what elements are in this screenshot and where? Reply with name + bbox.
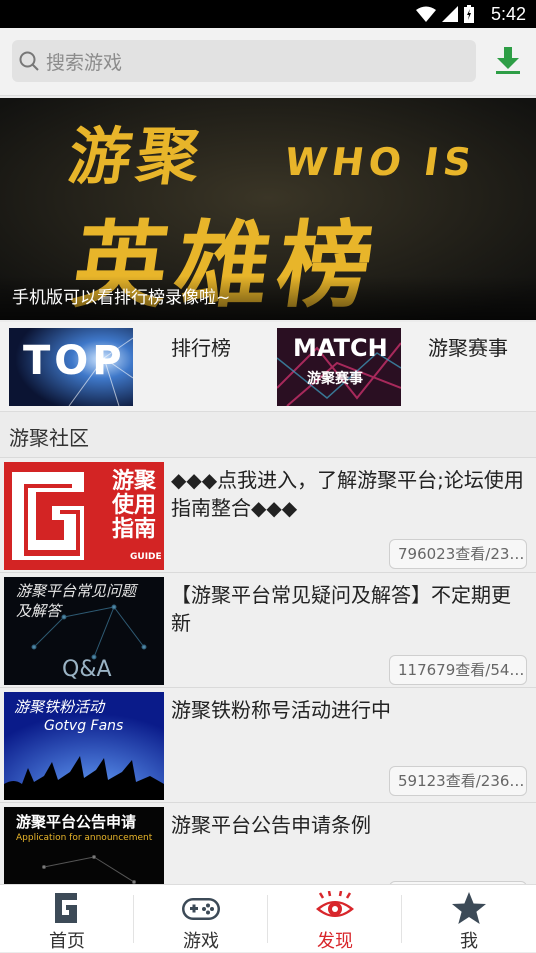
search-input[interactable]: 搜索游戏: [12, 40, 476, 82]
list-item[interactable]: 游聚 使用 指南 GUIDE ◆◆◆点我进入，了解游聚平台;论坛使用指南整合◆◆…: [0, 457, 536, 572]
post-stat-badge: 59123查看/236…: [389, 766, 527, 796]
tab-label: 游戏: [183, 931, 219, 952]
thumb-sub: GUIDE: [130, 552, 162, 562]
tab-label: 首页: [49, 931, 85, 952]
tab-games[interactable]: 游戏: [134, 885, 268, 953]
banner-title-top: 游聚: [64, 120, 211, 193]
thumb-line: 游聚铁粉活动: [14, 698, 105, 716]
match-thumb-sub: 游聚赛事: [307, 371, 363, 387]
thumb-line: 游聚平台常见问题: [16, 582, 137, 600]
banner-who-is: WHO IS: [281, 140, 479, 184]
quick-links: TOP 排行榜 MATCH 游聚赛事 游聚赛事: [0, 322, 536, 412]
eye-icon: [316, 891, 354, 917]
wifi-icon: [416, 6, 436, 22]
thumb-line: 使用: [112, 493, 157, 518]
tab-label: 发现: [317, 931, 353, 952]
search-icon: [19, 51, 39, 71]
hero-banner[interactable]: 游聚 WHO IS 英雄榜 手机版可以看排行榜录像啦~: [0, 98, 536, 320]
match-thumbnail[interactable]: MATCH 游聚赛事: [277, 328, 401, 406]
tab-me[interactable]: 我: [402, 885, 536, 953]
post-title: 【游聚平台常见疑问及解答】不定期更新: [171, 583, 511, 635]
thumb-line: 游聚: [112, 469, 157, 494]
post-stat-badge: 796023查看/23…: [389, 539, 527, 569]
gamepad-icon: [182, 898, 220, 920]
post-stat-badge: 117679查看/54…: [389, 655, 527, 685]
tab-home[interactable]: 首页: [0, 885, 134, 953]
banner-caption: 手机版可以看排行榜录像啦~: [12, 288, 231, 308]
thumb-sub: Q&A: [62, 657, 112, 682]
home-logo-icon: [55, 893, 77, 923]
tab-discover[interactable]: 发现: [268, 885, 402, 953]
match-thumb-text: MATCH: [293, 334, 388, 362]
thumb-line: 及解答: [16, 602, 62, 620]
post-thumbnail: 游聚 使用 指南 GUIDE: [4, 462, 164, 570]
section-title: 游聚社区: [9, 426, 89, 450]
thumb-sub: Gotvg Fans: [44, 718, 124, 734]
ranking-link[interactable]: 排行榜: [171, 332, 231, 361]
post-thumbnail: 游聚平台常见问题 及解答 Q&A: [4, 577, 164, 685]
thumb-line: 指南: [112, 517, 157, 542]
post-title: 游聚平台公告申请条例: [171, 813, 371, 837]
clock: 5:42: [490, 4, 526, 24]
status-bar: 5:42: [0, 0, 536, 28]
tab-label: 我: [460, 931, 478, 952]
top-bar: 搜索游戏: [0, 28, 536, 96]
signal-icon: [442, 6, 458, 22]
download-icon[interactable]: [490, 42, 526, 78]
thumb-sub: Application for announcement: [16, 833, 153, 843]
status-icons: [416, 5, 474, 23]
match-link[interactable]: 游聚赛事: [428, 332, 508, 361]
ranking-thumbnail[interactable]: TOP: [9, 328, 133, 406]
post-title: ◆◆◆点我进入，了解游聚平台;论坛使用指南整合◆◆◆: [171, 468, 524, 520]
thumb-line: 游聚平台公告申请: [16, 813, 137, 831]
post-thumbnail: 游聚铁粉活动 Gotvg Fans: [4, 692, 164, 800]
post-title: 游聚铁粉称号活动进行中: [171, 698, 391, 722]
ranking-thumb-text: TOP: [23, 338, 126, 384]
battery-icon: [464, 5, 474, 23]
list-item[interactable]: 游聚平台常见问题 及解答 Q&A 【游聚平台常见疑问及解答】不定期更新 1176…: [0, 572, 536, 687]
list-item[interactable]: 游聚铁粉活动 Gotvg Fans 游聚铁粉称号活动进行中 59123查看/23…: [0, 687, 536, 802]
bottom-tab-bar: 首页 游戏 发现 我: [0, 884, 536, 952]
star-icon: [452, 892, 486, 924]
search-placeholder: 搜索游戏: [46, 51, 123, 74]
